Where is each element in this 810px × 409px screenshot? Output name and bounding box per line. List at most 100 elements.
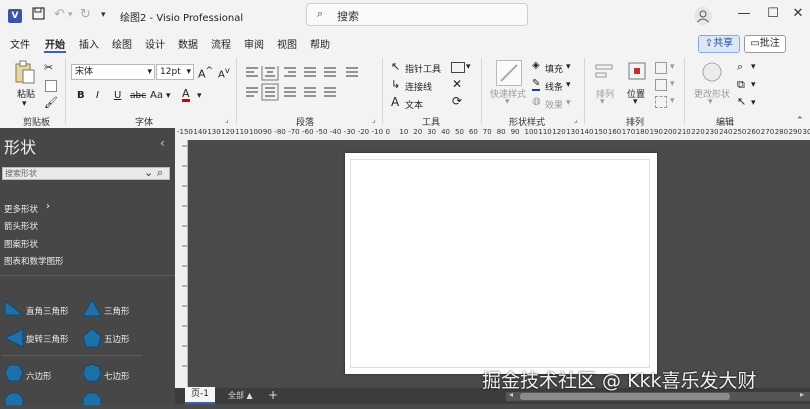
shape-label[interactable]: 七边形 xyxy=(104,370,130,382)
strikethrough-button[interactable]: abc xyxy=(130,91,146,101)
decagon-shape-icon[interactable] xyxy=(82,392,102,409)
menu-design[interactable]: 设计 xyxy=(145,36,165,51)
select-dropdown-icon[interactable]: ▾ xyxy=(751,98,756,108)
font-dialog-launcher-icon[interactable]: ⌟ xyxy=(225,115,229,124)
shape-styles-dialog-launcher-icon[interactable]: ⌟ xyxy=(574,115,578,124)
bring-forward-icon[interactable] xyxy=(655,62,667,74)
shape-label[interactable]: 直角三角形 xyxy=(26,305,69,317)
menu-process[interactable]: 流程 xyxy=(211,36,231,51)
customize-toolbar-icon[interactable]: ▾ xyxy=(101,10,106,20)
rectangle-shape-icon[interactable] xyxy=(451,62,465,73)
font-color-dropdown-icon[interactable]: ▾ xyxy=(197,91,202,101)
change-case-button[interactable]: Aa xyxy=(150,90,163,101)
align-dropdown-icon[interactable]: ▾ xyxy=(600,97,605,107)
menu-draw[interactable]: 绘图 xyxy=(112,36,132,51)
shape-label[interactable]: 五边形 xyxy=(104,333,130,345)
scroll-right-icon[interactable]: ▸ xyxy=(800,390,804,399)
shape-label[interactable]: 旋转三角形 xyxy=(26,333,69,345)
collapse-panel-icon[interactable]: ‹ xyxy=(160,136,165,150)
connection-point-icon[interactable]: ✕ xyxy=(452,77,462,91)
position-icon[interactable] xyxy=(626,60,648,87)
collapse-ribbon-icon[interactable]: ⌃ xyxy=(796,116,804,126)
stencil-patterns[interactable]: 图案形状 xyxy=(4,238,38,250)
format-painter-icon[interactable]: 🖌 xyxy=(44,96,58,109)
paste-dropdown-icon[interactable]: ▾ xyxy=(22,99,27,109)
menu-view[interactable]: 视图 xyxy=(277,36,297,51)
menu-data[interactable]: 数据 xyxy=(178,36,198,51)
font-size-select[interactable]: 12pt▾ xyxy=(156,64,194,80)
heptagon-shape-icon[interactable] xyxy=(82,363,102,386)
paste-icon[interactable] xyxy=(14,60,36,89)
pentagon-shape-icon[interactable] xyxy=(82,328,102,351)
minimize-button[interactable]: — xyxy=(733,6,755,21)
undo-dropdown-icon[interactable]: ▾ xyxy=(68,10,73,20)
pointer-tool-label[interactable]: 指针工具 xyxy=(405,62,441,75)
save-icon[interactable] xyxy=(32,7,45,24)
page-tab[interactable]: 页-1 xyxy=(185,387,215,404)
fill-dropdown-icon[interactable]: ▾ xyxy=(566,62,571,72)
change-shape-icon[interactable] xyxy=(700,60,724,87)
find-dropdown-icon[interactable]: ▾ xyxy=(751,62,756,72)
maximize-button[interactable]: ☐ xyxy=(762,6,784,21)
font-color-button[interactable]: A xyxy=(182,88,190,102)
redo-icon[interactable]: ↻ xyxy=(80,7,91,22)
layers-dropdown-icon[interactable]: ▾ xyxy=(751,80,756,90)
align-label[interactable]: 排列 xyxy=(596,87,614,100)
stencil-charts-math[interactable]: 图表和数学图形 xyxy=(4,255,64,267)
shape-search-input[interactable]: 搜索形状 ⌄ ⌕ xyxy=(2,167,170,180)
chevron-down-icon[interactable]: ⌄ xyxy=(144,166,153,179)
menu-insert[interactable]: 插入 xyxy=(79,36,99,51)
rotated-triangle-shape-icon[interactable] xyxy=(4,328,24,351)
all-pages-tab[interactable]: 全部 ▲ xyxy=(228,390,253,401)
paragraph-dialog-launcher-icon[interactable]: ⌟ xyxy=(372,115,376,124)
effects-label[interactable]: 效果 xyxy=(545,98,563,111)
shape-label[interactable]: 三角形 xyxy=(104,305,130,317)
grow-font-icon[interactable]: A^ xyxy=(198,65,213,81)
group-icon[interactable] xyxy=(655,96,667,108)
triangle-shape-icon[interactable] xyxy=(82,299,102,320)
text-tool-icon[interactable]: A xyxy=(391,95,399,109)
stencil-arrows[interactable]: 箭头形状 xyxy=(4,220,38,232)
copy-icon[interactable] xyxy=(45,80,57,92)
close-button[interactable]: ✕ xyxy=(787,6,809,21)
octagon-shape-icon[interactable] xyxy=(4,392,24,409)
cut-icon[interactable]: ✂ xyxy=(44,61,53,74)
search-icon[interactable]: ⌕ xyxy=(157,166,163,180)
line-label[interactable]: 线条 xyxy=(545,80,563,93)
effects-icon[interactable]: ◍ xyxy=(532,96,541,107)
search-box[interactable]: ⌕ 搜索 xyxy=(306,3,528,26)
right-triangle-shape-icon[interactable] xyxy=(4,300,24,319)
connector-label[interactable]: 连接线 xyxy=(405,80,432,93)
menu-file[interactable]: 文件 xyxy=(10,36,30,51)
connector-icon[interactable]: ↳ xyxy=(391,78,400,91)
menu-home[interactable]: 开始 xyxy=(45,36,65,51)
find-icon[interactable]: ⌕ xyxy=(737,60,743,74)
line-dropdown-icon[interactable]: ▾ xyxy=(566,80,571,90)
quick-styles-icon[interactable] xyxy=(496,60,522,86)
fill-label[interactable]: 填充 xyxy=(545,62,563,75)
comment-button[interactable]: ▭批注 xyxy=(744,35,786,53)
send-backward-dropdown-icon[interactable]: ▾ xyxy=(670,79,675,89)
rectangle-dropdown-icon[interactable]: ▾ xyxy=(466,62,471,72)
change-shape-dropdown-icon[interactable]: ▾ xyxy=(708,97,713,107)
send-backward-icon[interactable] xyxy=(655,79,667,91)
chevron-right-icon[interactable]: › xyxy=(46,201,50,212)
text-tool-label[interactable]: 文本 xyxy=(405,98,423,111)
paragraph-alignment-icons[interactable] xyxy=(246,66,366,106)
italic-button[interactable]: I xyxy=(96,90,99,101)
undo-icon[interactable]: ↶ xyxy=(54,7,65,22)
menu-help[interactable]: 帮助 xyxy=(310,36,330,51)
quick-styles-dropdown-icon[interactable]: ▾ xyxy=(505,97,510,107)
horizontal-scrollbar-thumb[interactable] xyxy=(520,393,730,400)
account-avatar-icon[interactable] xyxy=(694,7,712,25)
select-icon[interactable]: ↖ xyxy=(737,95,746,108)
layers-icon[interactable]: ⧉ xyxy=(737,78,745,92)
menu-review[interactable]: 审阅 xyxy=(244,36,264,51)
align-icon[interactable] xyxy=(594,62,614,85)
share-button[interactable]: ⇪共享 xyxy=(698,35,740,53)
more-shapes-link[interactable]: 更多形状 xyxy=(4,203,38,215)
fill-icon[interactable]: ◈ xyxy=(532,60,540,71)
group-dropdown-icon[interactable]: ▾ xyxy=(670,96,675,106)
line-icon[interactable]: ✎ xyxy=(532,78,540,91)
pointer-tool-icon[interactable]: ↖ xyxy=(391,60,400,73)
